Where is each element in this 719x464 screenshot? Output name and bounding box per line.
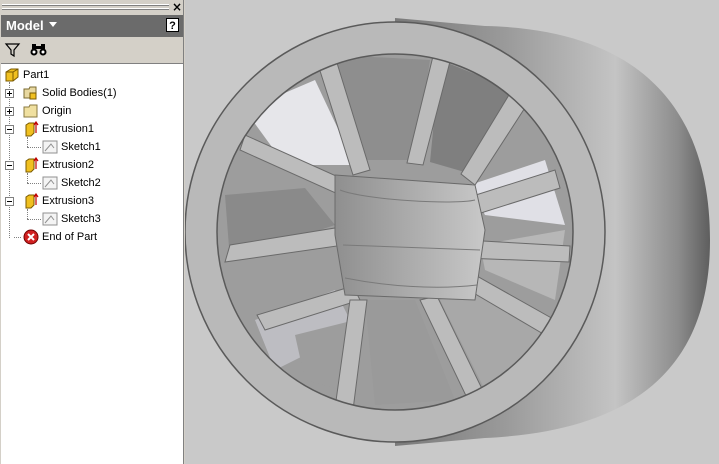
tree-item-origin[interactable]: Origin [1, 102, 181, 120]
tree-item-solid-bodies[interactable]: Solid Bodies(1) [1, 84, 181, 102]
tree-item-sketch3[interactable]: Sketch3 [1, 210, 181, 228]
model-browser-panel: × Model ? Part1 Solid Bodies(1) Origin E… [0, 0, 184, 464]
expand-button[interactable] [5, 89, 14, 98]
tree-item-extrusion2[interactable]: Extrusion2 [1, 156, 181, 174]
tree-item-extrusion3[interactable]: Extrusion3 [1, 192, 181, 210]
tree-item-label: Extrusion1 [42, 123, 94, 135]
tree-item-extrusion1[interactable]: Extrusion1 [1, 120, 181, 138]
browser-title[interactable]: Model [6, 18, 44, 33]
tree-item-part1[interactable]: Part1 [1, 66, 181, 84]
browser-toolbar [1, 38, 183, 62]
part-model-view[interactable] [185, 0, 719, 464]
tree-item-label: Extrusion2 [42, 159, 94, 171]
tree-item-label: Sketch3 [61, 213, 101, 225]
chevron-down-icon[interactable] [49, 22, 57, 27]
filter-icon[interactable] [4, 41, 21, 58]
close-panel-button[interactable]: × [171, 1, 183, 13]
tree-item-label: Part1 [23, 69, 50, 81]
binoculars-icon[interactable] [29, 41, 49, 58]
tree-item-sketch2[interactable]: Sketch2 [1, 174, 181, 192]
collapse-button[interactable] [5, 197, 14, 206]
tree-item-label: Solid Bodies(1) [42, 87, 117, 99]
tree-item-label: End of Part [42, 231, 98, 243]
tree-item-label: Sketch1 [61, 141, 101, 153]
tree-item-label: Sketch2 [61, 177, 101, 189]
panel-grip[interactable] [0, 0, 169, 14]
model-tree: Part1 Solid Bodies(1) Origin Extrusion1 … [1, 63, 183, 464]
tree-item-end-of-part[interactable]: End of Part [1, 228, 181, 246]
tree-item-label: Origin [42, 105, 72, 117]
graphics-viewport[interactable] [185, 0, 719, 464]
collapse-button[interactable] [5, 125, 14, 134]
tree-item-sketch1[interactable]: Sketch1 [1, 138, 181, 156]
end-of-part-icon [23, 229, 39, 248]
expand-button[interactable] [5, 107, 14, 116]
help-button[interactable]: ? [166, 18, 179, 32]
collapse-button[interactable] [5, 161, 14, 170]
tree-item-label: Extrusion3 [42, 195, 94, 207]
browser-title-bar[interactable]: Model ? [1, 15, 183, 37]
